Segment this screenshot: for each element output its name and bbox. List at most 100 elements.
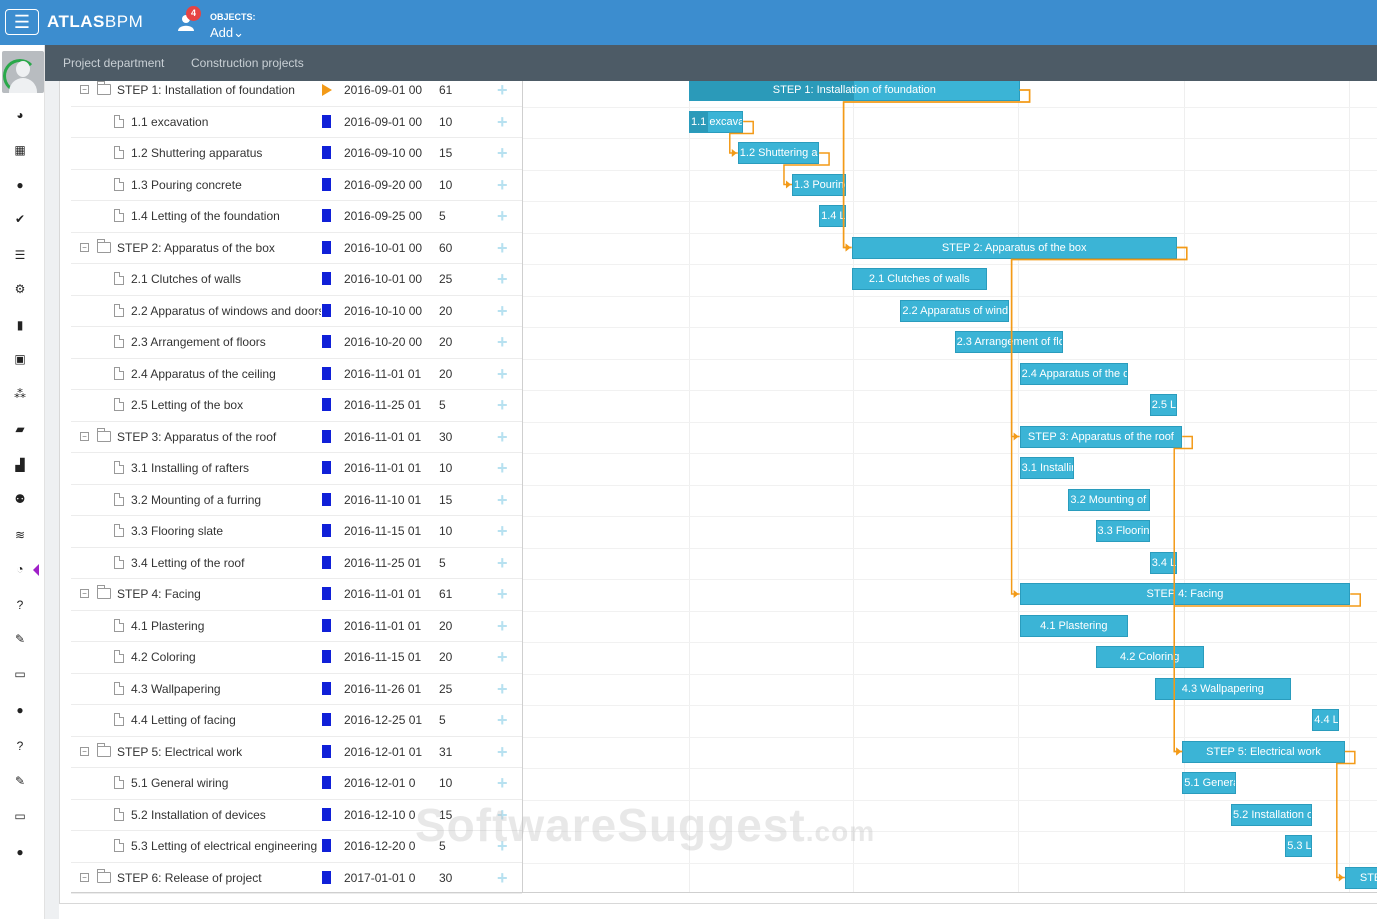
task-row[interactable]: 1.1 excavation 2016-09-01 00 10 + — [71, 107, 522, 138]
sitemap-icon[interactable]: ⁂ — [0, 384, 40, 404]
document-icon[interactable] — [322, 146, 331, 159]
task-row[interactable]: 2.4 Apparatus of the ceiling 2016-11-01 0… — [71, 359, 522, 390]
add-subtask-icon[interactable]: + — [497, 80, 508, 101]
add-subtask-icon[interactable]: + — [497, 742, 508, 763]
add-subtask-icon[interactable]: + — [497, 238, 508, 259]
task-group-row[interactable]: − STEP 1: Installation of foundation 2016-… — [71, 75, 522, 107]
dependency-link[interactable] — [1336, 750, 1356, 879]
task-row[interactable]: 5.1 General wiring 2016-12-01 0 10 + — [71, 768, 522, 800]
task-row[interactable]: 1.2 Shuttering apparatus 2016-09-10 00 15 + — [71, 138, 522, 170]
document-icon[interactable] — [322, 366, 331, 380]
task-row[interactable]: 1.3 Pouring concrete 2016-09-20 00 10 + — [71, 170, 522, 201]
task-group-row[interactable]: − STEP 5: Electrical work 2016-12-01 01 31 + — [71, 737, 522, 768]
add-dropdown[interactable]: Add⌄ — [210, 25, 244, 41]
add-subtask-icon[interactable]: + — [497, 269, 508, 290]
document-icon[interactable] — [322, 587, 331, 600]
collapse-toggle-icon[interactable]: − — [80, 746, 89, 756]
add-subtask-icon[interactable]: + — [497, 773, 508, 794]
task-row[interactable]: 2.2 Apparatus of windows and doors 2016-1… — [71, 296, 522, 327]
users-icon[interactable]: ⚉ — [0, 489, 40, 509]
monitor-icon[interactable]: ▭ — [0, 806, 40, 826]
database-icon[interactable]: ≋ — [0, 525, 40, 545]
document-icon[interactable] — [322, 555, 331, 569]
document-icon[interactable] — [322, 713, 331, 726]
add-subtask-icon[interactable]: + — [497, 301, 508, 322]
add-subtask-icon[interactable]: + — [497, 679, 508, 700]
document-icon[interactable] — [322, 492, 331, 506]
collapse-toggle-icon[interactable]: − — [80, 431, 89, 441]
task-row[interactable]: 2.5 Letting of the box 2016-11-25 01 5 + — [71, 390, 522, 422]
task-row[interactable]: 3.1 Installing of rafters 2016-11-01 01 10… — [71, 453, 522, 485]
document-icon[interactable] — [322, 177, 331, 191]
document-icon[interactable] — [322, 398, 331, 411]
dependency-link[interactable] — [729, 120, 754, 154]
collapse-toggle-icon[interactable]: − — [80, 242, 89, 252]
task-row[interactable]: 1.4 Letting of the foundation 2016-09-25 … — [71, 201, 522, 233]
task-group-row[interactable]: − STEP 3: Apparatus of the roof 2016-11-01… — [71, 422, 522, 453]
task-row[interactable]: 2.1 Clutches of walls 2016-10-01 00 25 + — [71, 264, 522, 296]
task-row[interactable]: 3.2 Mounting of a furring 2016-11-10 01 15… — [71, 485, 522, 516]
document-icon[interactable] — [322, 335, 331, 348]
add-subtask-icon[interactable]: + — [497, 395, 508, 416]
collapse-toggle-icon[interactable]: − — [80, 589, 89, 598]
document-icon[interactable] — [322, 807, 331, 821]
add-subtask-icon[interactable]: + — [497, 206, 508, 227]
add-subtask-icon[interactable]: + — [497, 112, 508, 133]
book-icon[interactable]: ▮ — [0, 315, 40, 335]
document-icon[interactable] — [322, 303, 331, 317]
document-icon[interactable] — [322, 776, 331, 789]
document-icon[interactable] — [322, 209, 331, 222]
add-subtask-icon[interactable]: + — [497, 647, 508, 668]
document-icon[interactable] — [322, 618, 331, 632]
add-subtask-icon[interactable]: + — [497, 175, 508, 196]
task-group-row[interactable]: − STEP 4: Facing 2016-11-01 01 61 + — [71, 579, 522, 611]
document-icon[interactable] — [322, 429, 331, 443]
chat-icon[interactable]: ● — [0, 175, 40, 195]
document-icon[interactable] — [322, 839, 331, 852]
add-subtask-icon[interactable]: + — [497, 427, 508, 448]
breadcrumb-construction-projects[interactable]: Construction projects — [191, 56, 304, 70]
add-subtask-icon[interactable]: + — [497, 553, 508, 574]
add-subtask-icon[interactable]: + — [497, 868, 508, 889]
add-subtask-icon[interactable]: + — [497, 616, 508, 637]
add-subtask-icon[interactable]: + — [497, 332, 508, 353]
dependency-link[interactable] — [1010, 246, 1188, 595]
monitor-icon[interactable]: ▭ — [0, 664, 40, 684]
document-icon[interactable] — [322, 524, 331, 537]
document-icon[interactable] — [322, 114, 331, 128]
folder-icon[interactable]: ▰ — [0, 419, 40, 439]
document-icon[interactable] — [322, 681, 331, 695]
check-icon[interactable]: ✔ — [0, 209, 40, 229]
breadcrumb-project-department[interactable]: Project department — [63, 56, 164, 70]
collapse-toggle-icon[interactable]: − — [80, 85, 89, 94]
task-row[interactable]: 4.4 Letting of facing 2016-12-25 01 5 + — [71, 705, 522, 737]
document-icon[interactable] — [322, 272, 331, 285]
help-icon[interactable]: ? — [0, 595, 40, 615]
task-row[interactable]: 4.3 Wallpapering 2016-11-26 01 25 + — [71, 674, 522, 705]
wrench-icon[interactable]: ✎ — [0, 771, 40, 791]
dependency-link[interactable] — [1173, 435, 1193, 753]
list-icon[interactable]: ☰ — [0, 245, 40, 265]
add-subtask-icon[interactable]: + — [497, 710, 508, 731]
settings-icon[interactable]: ⚙ — [0, 279, 40, 299]
dependency-link[interactable] — [1010, 246, 1188, 438]
document-icon[interactable] — [322, 870, 331, 884]
document-icon[interactable] — [322, 240, 331, 254]
document-icon[interactable] — [322, 744, 331, 758]
add-subtask-icon[interactable]: + — [497, 584, 508, 605]
document-icon[interactable] — [322, 461, 331, 474]
add-subtask-icon[interactable]: + — [497, 521, 508, 542]
dependency-link[interactable] — [1173, 593, 1361, 753]
task-row[interactable]: 4.1 Plastering 2016-11-01 01 20 + — [71, 611, 522, 642]
play-icon[interactable] — [322, 84, 332, 96]
dependency-link[interactable] — [842, 89, 1031, 249]
user-icon[interactable]: ● — [0, 700, 40, 720]
task-row[interactable]: 2.3 Arrangement of floors 2016-10-20 00 20… — [71, 327, 522, 359]
help-icon[interactable]: ? — [0, 736, 40, 756]
dependency-link[interactable] — [842, 89, 1031, 249]
collapse-toggle-icon[interactable]: − — [80, 872, 89, 882]
hamburger-menu-button[interactable]: ☰ — [5, 9, 39, 35]
money-icon[interactable]: ▣ — [0, 349, 40, 369]
add-subtask-icon[interactable]: + — [497, 143, 508, 164]
add-subtask-icon[interactable]: + — [497, 458, 508, 479]
